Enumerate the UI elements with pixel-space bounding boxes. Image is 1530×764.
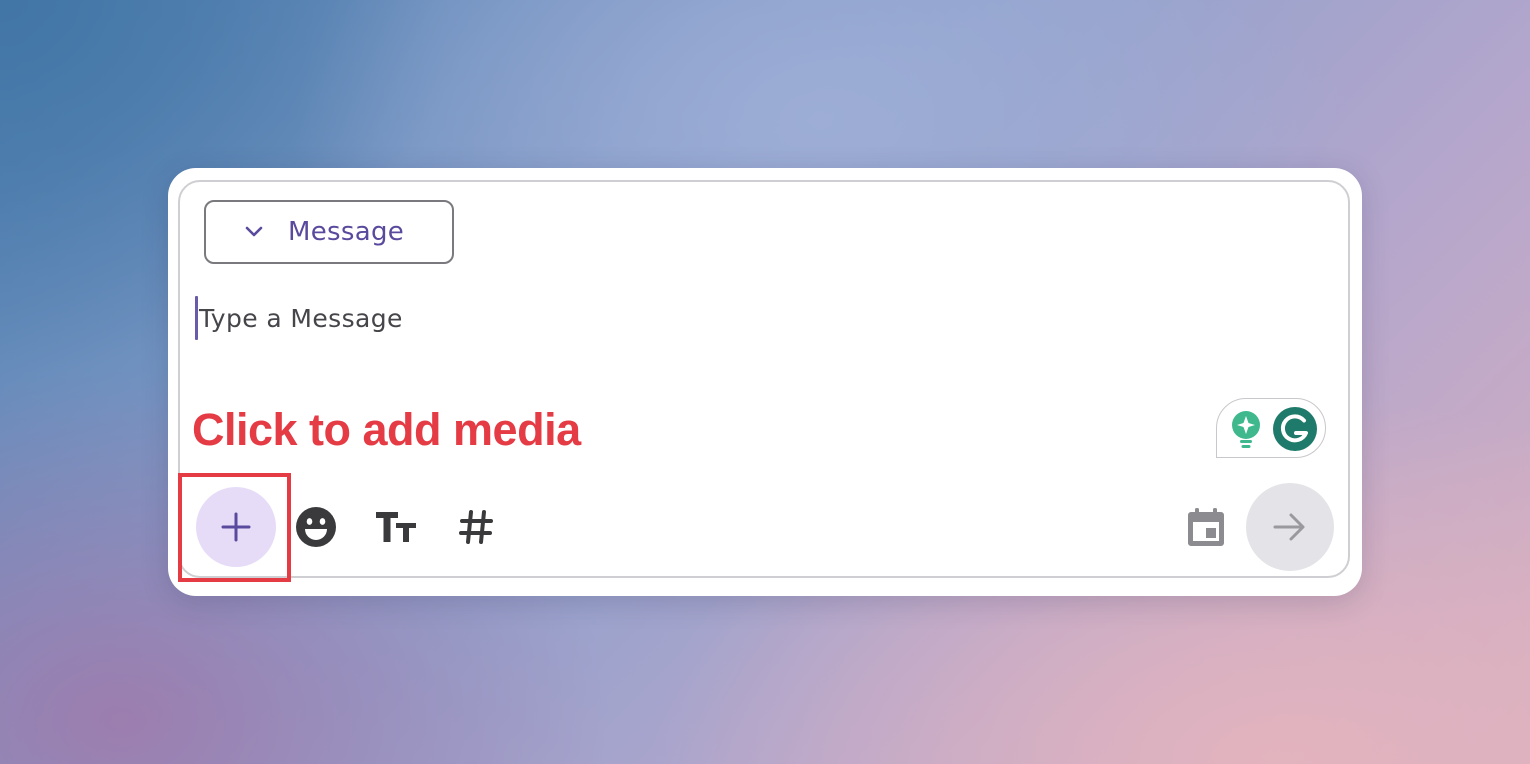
hashtag-button[interactable] [454,505,498,549]
calendar-icon [1186,506,1226,548]
message-input[interactable]: Type a Message [195,296,895,340]
add-media-button[interactable] [196,487,276,567]
lightbulb-sparkle-icon[interactable] [1227,409,1265,449]
chevron-down-icon [244,222,264,242]
grammarly-g-icon[interactable] [1273,407,1317,451]
send-button[interactable] [1246,483,1334,571]
annotation-callout: Click to add media [192,404,581,455]
message-input-placeholder: Type a Message [199,303,403,333]
schedule-button[interactable] [1184,505,1228,549]
emoji-button[interactable] [294,505,338,549]
hashtag-icon [458,509,494,545]
text-format-button[interactable] [374,505,418,549]
grammarly-widget[interactable] [1216,398,1326,458]
message-type-label: Message [288,217,405,247]
text-caret [195,296,198,340]
arrow-right-icon [1272,511,1308,543]
text-format-icon [374,509,418,545]
message-type-dropdown[interactable]: Message [204,200,454,264]
emoji-icon [295,506,337,548]
plus-icon [220,511,252,543]
